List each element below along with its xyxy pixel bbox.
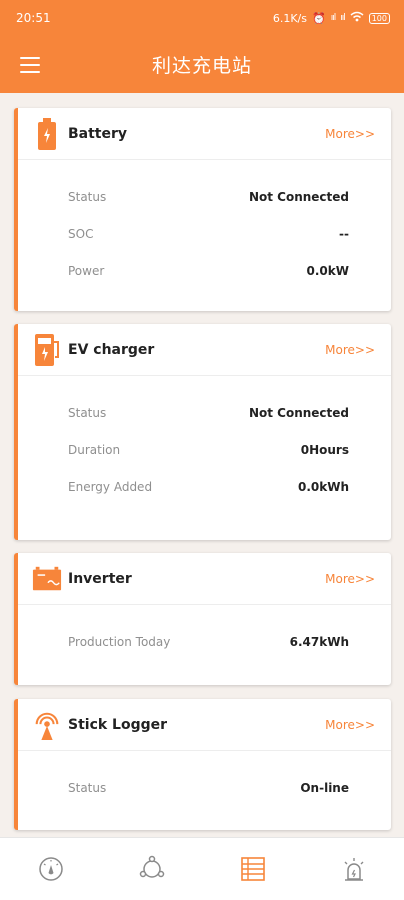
row-value: On-line — [300, 780, 349, 795]
card-body: Status On-line — [18, 751, 391, 806]
page-title: 利达充电站 — [151, 55, 252, 77]
list-item: Status Not Connected — [18, 178, 391, 215]
card-body: Status Not Connected SOC -- Power 0.0kW — [18, 160, 391, 289]
row-label: Status — [68, 405, 107, 420]
row-label: Production Today — [68, 634, 171, 649]
card-title: Battery — [68, 125, 128, 142]
row-label: Energy Added — [68, 479, 153, 494]
header: 利达充电站 — [0, 36, 404, 93]
bottom-nav — [0, 837, 404, 900]
gauge-icon — [38, 857, 63, 881]
row-label: Status — [68, 780, 107, 795]
list-icon — [240, 857, 265, 881]
signal-icon: ııl — [330, 13, 336, 23]
ev-charger-icon — [32, 333, 62, 367]
alarm-icon — [344, 858, 363, 881]
network-speed: 6.1K/s — [272, 11, 307, 25]
card-body: Production Today 6.47kWh — [18, 605, 391, 660]
card-title: Stick Logger — [68, 716, 168, 733]
nav-network[interactable] — [101, 838, 202, 900]
row-value: Not Connected — [248, 405, 349, 420]
nav-alarm[interactable] — [303, 838, 404, 900]
battery-icon — [32, 117, 62, 151]
ev-charger-card: EV charger More>> Status Not Connected Du… — [14, 324, 391, 540]
network-icon — [139, 855, 164, 878]
row-value: Not Connected — [248, 189, 349, 204]
more-link[interactable]: More>> — [325, 127, 375, 141]
list-item: Status Not Connected — [18, 394, 391, 431]
antenna-icon — [32, 708, 62, 742]
signal-icon: ııl — [340, 13, 345, 23]
row-label: Power — [68, 263, 105, 278]
list-item: Duration 0Hours — [18, 431, 391, 468]
card-header: EV charger More>> — [18, 324, 391, 376]
more-link[interactable]: More>> — [325, 343, 375, 357]
battery-status-icon: 100 — [368, 12, 390, 24]
row-label: Duration — [68, 442, 121, 457]
wifi-icon — [350, 11, 364, 25]
nav-list[interactable] — [202, 838, 303, 900]
more-link[interactable]: More>> — [325, 718, 375, 732]
card-title: Inverter — [68, 570, 132, 587]
card-header: Stick Logger More>> — [18, 699, 391, 751]
card-header: Battery More>> — [18, 108, 391, 160]
more-link[interactable]: More>> — [325, 572, 375, 586]
stick-logger-card: Stick Logger More>> Status On-line — [14, 699, 391, 830]
list-item: SOC -- — [18, 215, 391, 252]
card-header: Inverter More>> — [18, 553, 391, 605]
row-value: 0.0kW — [306, 263, 349, 278]
row-value: 0.0kWh — [297, 479, 349, 494]
nav-gauge[interactable] — [0, 838, 101, 900]
card-body: Status Not Connected Duration 0Hours Energ… — [18, 376, 391, 505]
status-icons: 6.1K/s ⏰ ııl ııl 100 — [273, 11, 390, 25]
card-title: EV charger — [68, 341, 155, 358]
list-item: Production Today 6.47kWh — [18, 623, 391, 660]
app-bar: 20:51 6.1K/s ⏰ ııl ııl 100 利达充电站 — [0, 0, 404, 93]
list-item: Status On-line — [18, 769, 391, 806]
row-value: -- — [339, 226, 349, 241]
inverter-card: Inverter More>> Production Today 6.47kWh — [14, 553, 391, 685]
clock: 20:51 — [16, 11, 51, 25]
inverter-icon — [32, 562, 62, 596]
list-item: Energy Added 0.0kWh — [18, 468, 391, 505]
list-item: Power 0.0kW — [18, 252, 391, 289]
row-label: SOC — [68, 226, 94, 241]
row-value: 0Hours — [300, 442, 349, 457]
row-label: Status — [68, 189, 107, 204]
status-bar: 20:51 6.1K/s ⏰ ııl ııl 100 — [0, 0, 404, 36]
menu-icon[interactable] — [20, 57, 40, 73]
alarm-clock-icon: ⏰ — [311, 11, 326, 25]
battery-card: Battery More>> Status Not Connected SOC --… — [14, 108, 391, 311]
row-value: 6.47kWh — [289, 634, 349, 649]
